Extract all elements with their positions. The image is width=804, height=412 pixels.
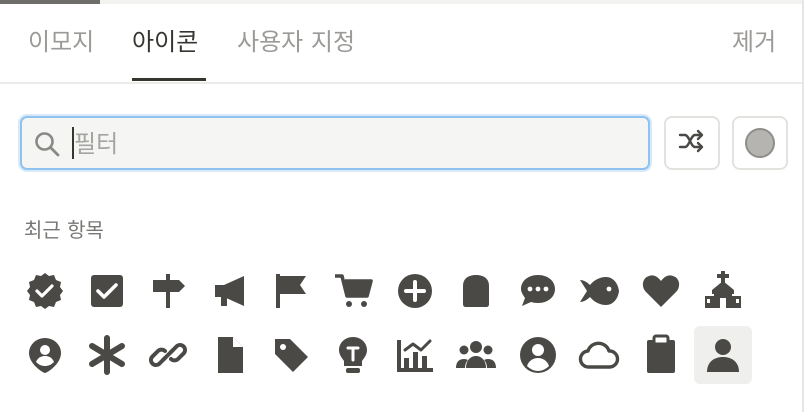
search-icon: [34, 131, 60, 161]
bread-icon[interactable]: [447, 262, 505, 320]
flag-icon[interactable]: [262, 262, 320, 320]
random-button[interactable]: [664, 116, 720, 170]
user-circle-icon[interactable]: [509, 326, 567, 384]
tab-custom[interactable]: 사용자 지정: [237, 24, 355, 60]
person-icon[interactable]: [693, 326, 752, 384]
search-box[interactable]: [20, 116, 650, 170]
people-icon[interactable]: [447, 326, 505, 384]
fish-icon[interactable]: [570, 262, 628, 320]
link-icon[interactable]: [139, 326, 197, 384]
checkbox-icon[interactable]: [78, 262, 136, 320]
signpost-icon[interactable]: [139, 262, 197, 320]
heart-icon[interactable]: [632, 262, 690, 320]
plus-circle-icon[interactable]: [386, 262, 444, 320]
tab-bar: 이모지 아이콘 사용자 지정 제거: [0, 0, 802, 84]
cart-icon[interactable]: [324, 262, 382, 320]
filter-input[interactable]: [72, 126, 636, 162]
lightbulb-icon[interactable]: [324, 326, 382, 384]
chart-icon[interactable]: [386, 326, 444, 384]
tab-emoji[interactable]: 이모지: [28, 24, 94, 60]
tab-icons[interactable]: 아이콘: [132, 24, 198, 60]
document-icon[interactable]: [201, 326, 259, 384]
remove-button[interactable]: 제거: [732, 24, 776, 60]
color-swatch: [745, 128, 775, 158]
asterisk-icon[interactable]: [78, 326, 136, 384]
cloud-icon[interactable]: [570, 326, 628, 384]
chat-dots-icon[interactable]: [509, 262, 567, 320]
badge-check-icon[interactable]: [16, 262, 74, 320]
text-caret: [72, 127, 74, 159]
megaphone-icon[interactable]: [201, 262, 259, 320]
shuffle-icon: [678, 129, 706, 157]
church-icon[interactable]: [694, 262, 752, 320]
active-tab-underline: [132, 78, 206, 81]
color-picker-button[interactable]: [732, 116, 788, 170]
section-title-recent: 최근 항목: [24, 218, 104, 242]
clipboard-icon[interactable]: [632, 326, 690, 384]
map-pin-person-icon[interactable]: [16, 326, 74, 384]
tag-icon[interactable]: [262, 326, 320, 384]
